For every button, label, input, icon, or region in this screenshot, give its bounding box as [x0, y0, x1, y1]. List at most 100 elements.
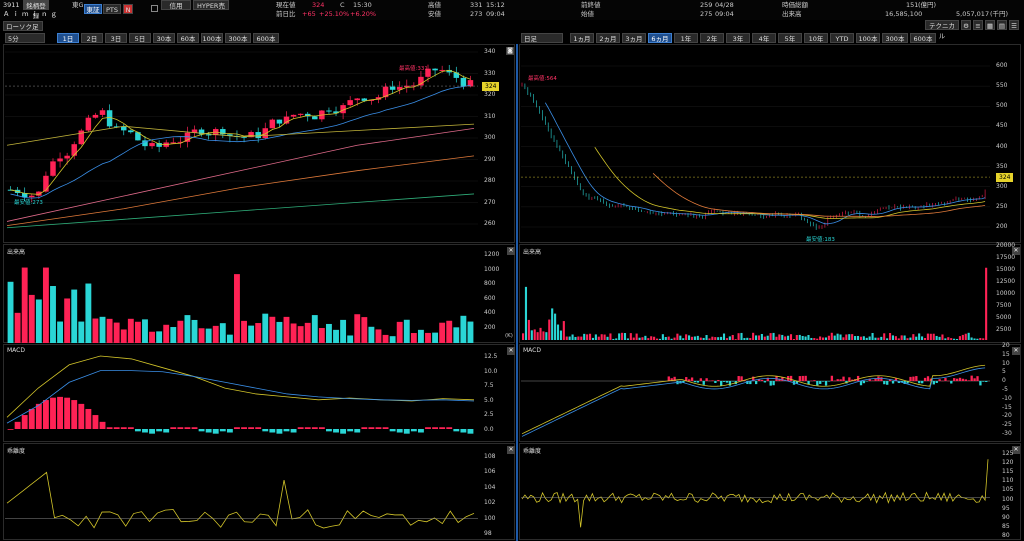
- right-macd-bar: [711, 380, 714, 381]
- right-volume-bar: [702, 337, 705, 340]
- left-volume-bar: [382, 334, 389, 343]
- right-macd-bar: [810, 380, 813, 382]
- right-volume-bar: [830, 332, 833, 340]
- left-volume-bar: [198, 328, 205, 343]
- right-macd-bar: [731, 381, 735, 382]
- left-macd-bar: [453, 429, 460, 432]
- left-macd-bar: [21, 415, 28, 429]
- right-rate-tick: 110: [1002, 477, 1014, 485]
- left-macd-bar: [50, 397, 56, 429]
- right-volume-bar: [682, 338, 685, 340]
- left-rate-tick: 102: [484, 499, 496, 507]
- right-macd-bar: [961, 378, 965, 381]
- right-volume-bar: [539, 327, 542, 340]
- left-volume-bar: [460, 315, 467, 343]
- left-volume-bar: [283, 316, 290, 343]
- left-macd-bar: [382, 427, 389, 429]
- right-volume-bar: [717, 337, 720, 340]
- right-volume-bar: [728, 336, 731, 340]
- left-volume-bar: [439, 322, 446, 343]
- right-volume-bar: [542, 331, 545, 340]
- left-vol-tick: 800: [484, 280, 496, 288]
- left-volume-bar: [396, 321, 403, 343]
- right-volume-bar: [938, 336, 941, 340]
- right-volume-bar: [903, 335, 906, 340]
- right-price-tick: 200: [996, 223, 1008, 230]
- right-volume-bar: [653, 336, 656, 340]
- right-rate-tick: 85: [1002, 522, 1010, 530]
- right-volume-bar: [737, 333, 740, 340]
- left-volume-bar: [403, 319, 410, 343]
- left-volume-bar: [276, 321, 283, 343]
- right-volume-bar: [935, 335, 938, 340]
- right-macd-bar: [947, 380, 950, 382]
- left-macd-bar: [439, 427, 446, 429]
- right-volume-bar: [658, 338, 661, 340]
- right-rate-tick: 105: [1002, 486, 1014, 494]
- left-macd-bar: [304, 427, 311, 429]
- right-volume-bar: [766, 335, 769, 340]
- left-candle: [29, 195, 35, 198]
- left-candle: [205, 134, 212, 136]
- right-macd-bar: [973, 378, 976, 381]
- right-volume-bar: [807, 334, 810, 340]
- right-macd-bar: [865, 381, 868, 382]
- right-macd-bar: [830, 375, 834, 381]
- left-candle: [92, 114, 99, 118]
- left-macd-bar: [375, 427, 382, 429]
- right-volume-bar: [597, 336, 600, 340]
- right-volume-bar: [685, 334, 688, 340]
- right-rate-tick: 120: [1002, 459, 1014, 467]
- right-macd-bar: [955, 378, 959, 381]
- right-macd-bar: [833, 380, 836, 382]
- right-volume-bar: [714, 337, 717, 340]
- left-rate-tick: 100: [484, 514, 496, 522]
- left-volume-bar: [368, 326, 375, 343]
- right-volume-bar: [606, 336, 609, 340]
- right-volume-bar: [661, 334, 664, 340]
- left-volume-bar: [78, 321, 85, 343]
- right-volume-bar: [944, 338, 947, 340]
- left-volume-bar: [234, 274, 240, 343]
- left-candle: [64, 155, 70, 159]
- right-macd-bar: [690, 377, 694, 381]
- left-volume-bar: [389, 336, 396, 343]
- right-vol-tick: 20000: [996, 242, 1016, 249]
- right-volume-bar: [688, 335, 691, 340]
- left-ma-long-3: [6, 193, 475, 229]
- left-ma-long-1: [6, 127, 475, 222]
- left-macd-bar: [14, 421, 21, 429]
- left-price-tick: 300: [484, 134, 496, 141]
- right-macd-bar: [781, 377, 784, 381]
- right-volume-bar: [888, 333, 892, 340]
- left-volume-bar: [120, 329, 127, 343]
- right-volume-bar: [763, 336, 766, 340]
- right-volume-bar: [548, 319, 551, 340]
- right-macd-bar: [979, 381, 982, 386]
- left-ma-long-2: [6, 155, 475, 227]
- right-volume-bar: [583, 333, 586, 340]
- left-volume-bar: [425, 332, 431, 343]
- left-candle: [156, 143, 162, 147]
- left-macd-bar: [326, 429, 332, 432]
- right-volume-bar: [670, 338, 673, 340]
- right-volume-bar: [824, 337, 828, 340]
- right-volume-bar: [757, 335, 761, 340]
- right-macd-bar: [801, 375, 804, 381]
- left-macd-bar: [170, 427, 177, 429]
- right-macd-bar: [926, 376, 930, 381]
- right-vol-tick: 17500: [996, 254, 1016, 261]
- right-macd-bar: [816, 381, 819, 386]
- right-volume-bar: [740, 332, 743, 340]
- left-candle: [460, 77, 467, 87]
- left-candle: [312, 116, 318, 120]
- chart-canvas: [5, 51, 990, 529]
- right-volume-bar: [609, 333, 612, 340]
- right-volume-bar: [883, 333, 886, 340]
- right-macd-bar: [985, 381, 988, 382]
- left-macd-bar: [269, 429, 276, 433]
- left-high-note: 最高値:331: [399, 66, 428, 72]
- right-volume-bar: [839, 334, 842, 340]
- right-volume-bar: [711, 336, 714, 340]
- left-candle: [432, 68, 438, 71]
